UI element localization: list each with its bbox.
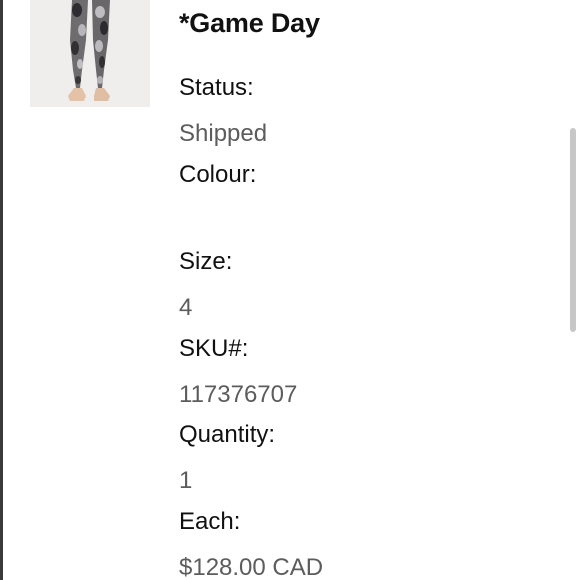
leggings-photo-icon bbox=[30, 0, 150, 107]
left-border-divider bbox=[0, 0, 3, 580]
quantity-label: Quantity: bbox=[179, 421, 276, 448]
size-label: Size: bbox=[179, 248, 233, 275]
product-image[interactable] bbox=[30, 0, 150, 107]
status-label: Status: bbox=[179, 74, 254, 101]
sku-value: 117376707 bbox=[179, 381, 298, 408]
each-price-value: $128.00 CAD bbox=[179, 554, 324, 580]
colour-label: Colour: bbox=[179, 161, 257, 188]
vertical-scrollbar[interactable] bbox=[570, 128, 576, 332]
status-value: Shipped bbox=[179, 120, 268, 147]
size-value: 4 bbox=[179, 294, 193, 321]
sku-label: SKU#: bbox=[179, 335, 249, 362]
quantity-value: 1 bbox=[179, 467, 193, 494]
order-item-screen: *Game Day Status: Shipped Colour: Size: … bbox=[0, 0, 580, 580]
product-name[interactable]: *Game Day bbox=[179, 8, 320, 39]
each-label: Each: bbox=[179, 508, 241, 535]
